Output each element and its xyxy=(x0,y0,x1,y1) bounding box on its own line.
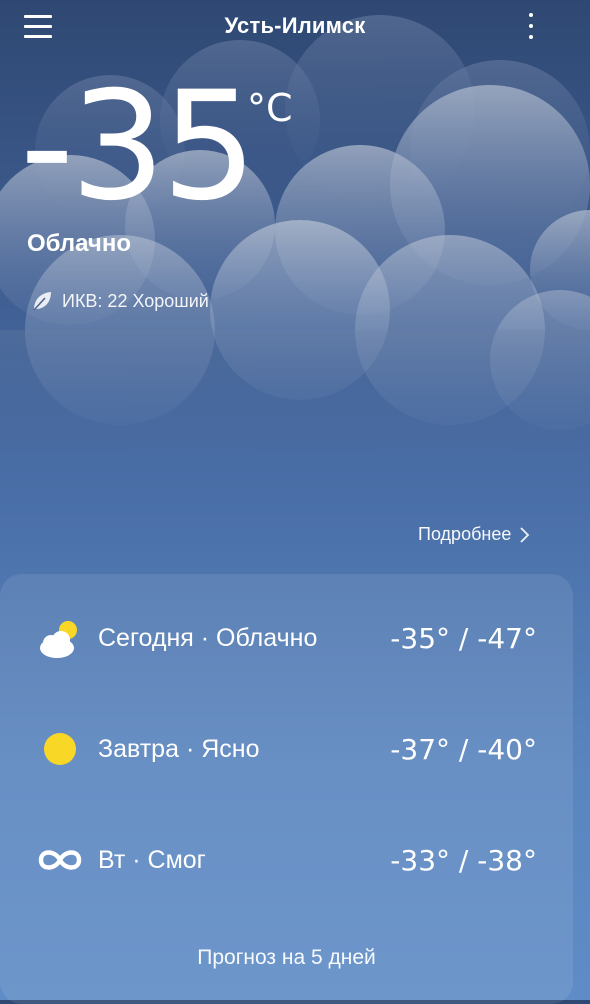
details-link-label: Подробнее xyxy=(418,524,512,544)
five-day-forecast-button[interactable]: Прогноз на 5 дней xyxy=(0,946,573,970)
temperature-unit: °C xyxy=(247,86,293,130)
forecast-card: Сегодня · Облачно -35° / -47° Завтра · Я… xyxy=(0,574,573,1004)
menu-icon[interactable] xyxy=(24,13,52,39)
forecast-label: Вт · Смог xyxy=(98,846,206,874)
forecast-range: -35° / -47° xyxy=(390,622,537,655)
aqi-text: ИКВ: 22 Хороший xyxy=(62,290,209,311)
forecast-row-tuesday[interactable]: Вт · Смог -33° / -38° xyxy=(0,832,573,888)
city-title[interactable]: Усть-Илимск xyxy=(145,13,445,39)
smog-icon xyxy=(38,850,82,870)
forecast-label: Сегодня · Облачно xyxy=(98,624,318,652)
chevron-right-icon xyxy=(520,526,530,543)
cloud-sun-icon xyxy=(40,621,77,658)
forecast-label: Завтра · Ясно xyxy=(98,735,260,763)
forecast-range: -33° / -38° xyxy=(390,844,537,877)
more-options-icon[interactable] xyxy=(520,11,542,41)
leaf-icon xyxy=(33,292,51,311)
forecast-row-tomorrow[interactable]: Завтра · Ясно -37° / -40° xyxy=(0,721,573,777)
aqi-indicator[interactable]: ИКВ: 22 Хороший xyxy=(30,288,209,314)
sun-icon xyxy=(44,733,76,765)
current-condition: Облачно xyxy=(27,230,131,257)
top-bar: Усть-Илимск xyxy=(0,0,590,56)
current-temperature: -35 xyxy=(20,60,257,234)
forecast-row-today[interactable]: Сегодня · Облачно -35° / -47° xyxy=(0,610,573,666)
details-link[interactable]: Подробнее xyxy=(418,524,531,545)
forecast-range: -37° / -40° xyxy=(390,733,537,766)
